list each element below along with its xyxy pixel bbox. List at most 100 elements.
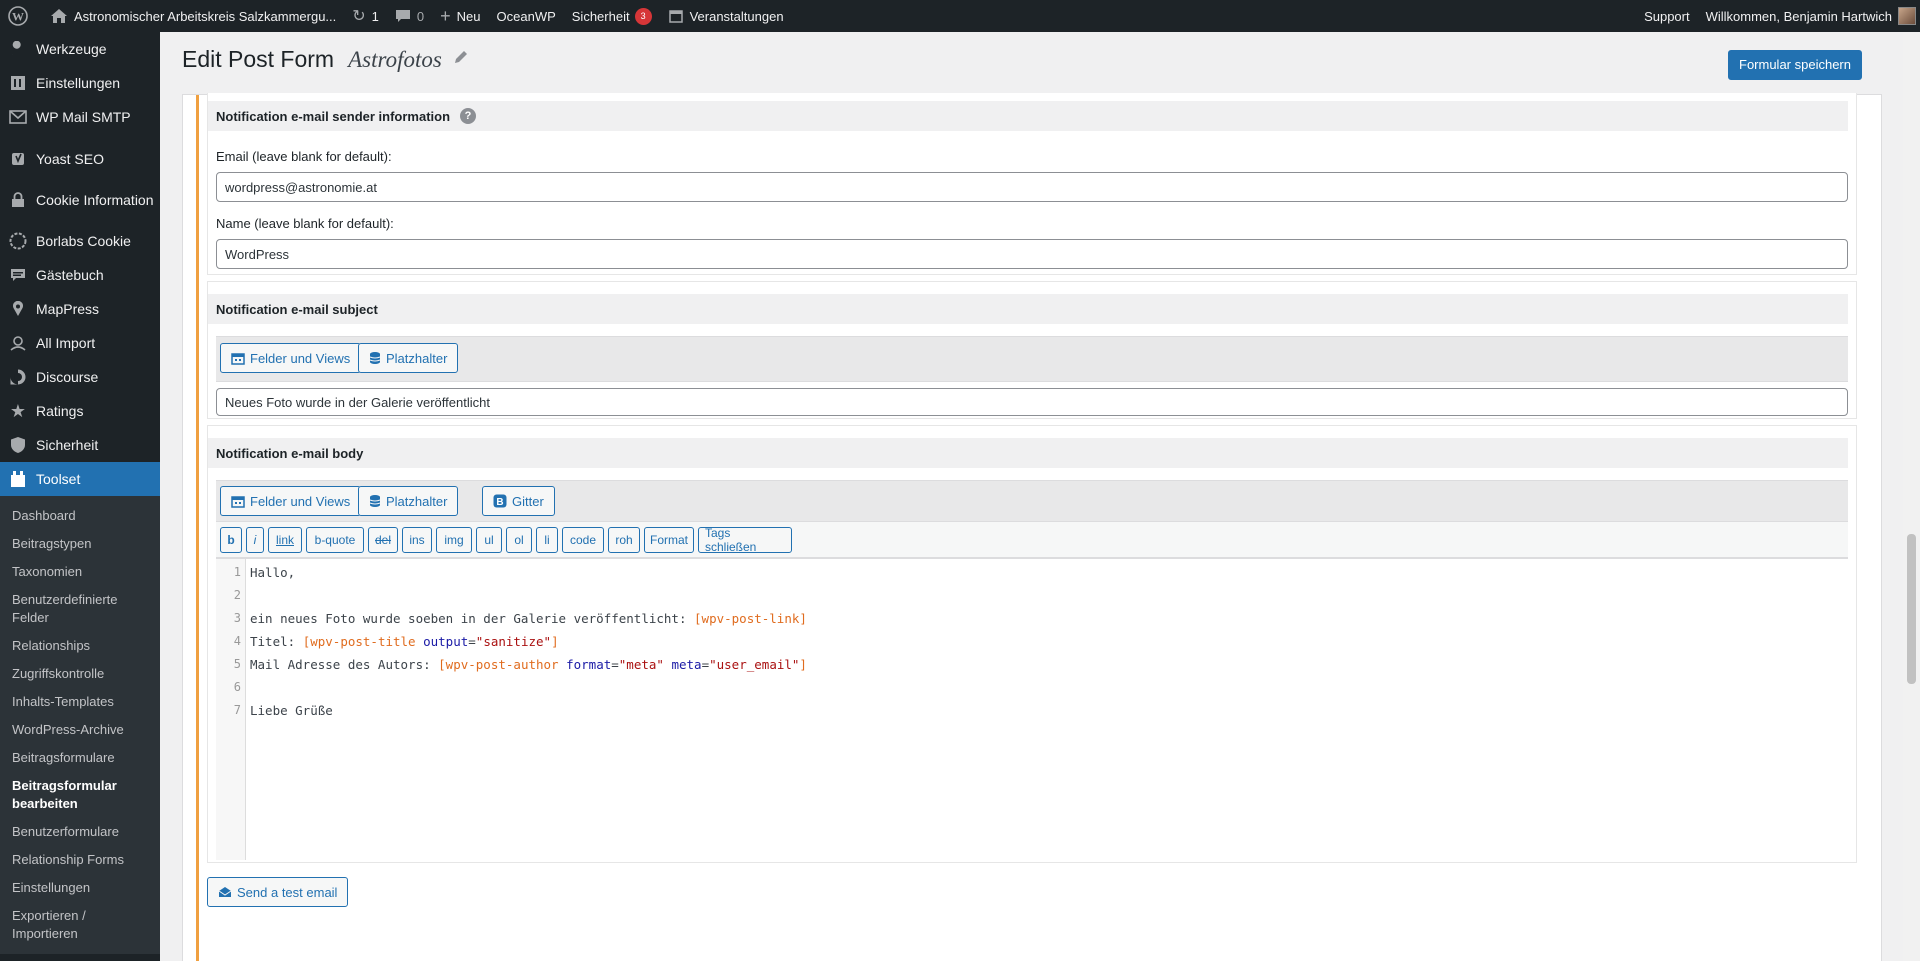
greeting: Willkommen, Benjamin Hartwich	[1705, 8, 1892, 24]
support-link[interactable]: Support	[1636, 0, 1698, 32]
qt-bold-button[interactable]: b	[220, 527, 242, 553]
mail-icon	[8, 107, 28, 127]
qt-raw-button[interactable]: roh	[608, 527, 640, 553]
menu-item-discourse[interactable]: Discourse	[0, 360, 160, 394]
subject-placeholder-button[interactable]: Platzhalter	[358, 343, 459, 373]
qt-italic-button[interactable]: i	[246, 527, 264, 553]
menu-item-ratings[interactable]: ★ Ratings	[0, 394, 160, 428]
yoast-icon	[8, 149, 28, 169]
avatar	[1898, 7, 1916, 25]
help-icon[interactable]: ?	[460, 108, 477, 124]
code-line-7: Liebe Grüße	[250, 703, 333, 718]
qt-code-button[interactable]: code	[562, 527, 604, 553]
button-label: Send a test email	[237, 884, 338, 900]
body-code-editor[interactable]: 1 2 3 4 5 6 7 Hallo, ein neues Foto wurd…	[216, 558, 1848, 860]
qt-ins-button[interactable]: ins	[402, 527, 432, 553]
submenu-item-beitragstypen[interactable]: Beitragstypen	[0, 530, 160, 558]
submenu-item-custom-fields[interactable]: Benutzerdefinierte Felder	[0, 586, 160, 632]
send-test-email-button[interactable]: Send a test email	[207, 877, 349, 907]
submenu-item-export-import[interactable]: Exportieren / Importieren	[0, 902, 160, 948]
body-fields-views-button[interactable]: Felder und Views	[220, 486, 362, 516]
security-link[interactable]: Sicherheit 3	[564, 0, 660, 32]
theme-label: OceanWP	[496, 8, 556, 24]
attribute-token: format	[566, 657, 612, 672]
wordpress-logo[interactable]: W	[0, 0, 42, 32]
menu-item-all-import[interactable]: All Import	[0, 326, 160, 360]
subject-fields-views-button[interactable]: Felder und Views	[220, 343, 362, 373]
fields-views-icon	[231, 351, 245, 365]
menu-item-borlabs-cookie[interactable]: Borlabs Cookie	[0, 224, 160, 258]
body-box: Notification e-mail body Felder und View…	[207, 425, 1857, 863]
menu-item-sicherheit[interactable]: Sicherheit	[0, 428, 160, 462]
body-grid-button[interactable]: B Gitter	[482, 486, 555, 516]
qt-li-button[interactable]: li	[536, 527, 558, 553]
subject-input[interactable]: Neues Foto wurde in der Galerie veröffen…	[216, 388, 1848, 416]
pencil-icon[interactable]	[452, 48, 470, 71]
qt-img-button[interactable]: img	[436, 527, 472, 553]
qt-close-tags-button[interactable]: Tags schließen	[698, 526, 792, 554]
menu-item-mappress[interactable]: MapPress	[0, 292, 160, 326]
qt-link-button[interactable]: link	[268, 527, 302, 553]
menu-item-cookie-information[interactable]: Cookie Information	[0, 176, 160, 224]
submenu-item-access-control[interactable]: Zugriffskontrolle	[0, 660, 160, 688]
post-title[interactable]: Astrofotos	[348, 47, 442, 73]
account-link[interactable]: Willkommen, Benjamin Hartwich	[1698, 0, 1920, 32]
site-name-link[interactable]: Astronomischer Arbeitskreis Salzkammergu…	[42, 0, 344, 32]
line-number: 6	[233, 680, 241, 694]
submenu-item-post-forms[interactable]: Beitragsformulare	[0, 744, 160, 772]
body-heading: Notification e-mail body	[208, 438, 1848, 468]
submenu-item-user-forms[interactable]: Benutzerformulare	[0, 818, 160, 846]
comments-link[interactable]: 0	[387, 0, 432, 32]
menu-label: WP Mail SMTP	[36, 109, 131, 125]
menu-item-toolset[interactable]: Toolset	[0, 462, 160, 496]
shortcode-token: [wpv-post-link]	[694, 611, 807, 626]
menu-item-yoast[interactable]: Yoast SEO	[0, 142, 160, 176]
updates-link[interactable]: ↻ 1	[344, 0, 387, 32]
sender-name-input[interactable]: WordPress	[216, 239, 1848, 269]
email-label: Email (leave blank for default):	[216, 149, 392, 164]
events-link[interactable]: Veranstaltungen	[660, 0, 792, 32]
line-number-gutter: 1 2 3 4 5 6 7	[216, 559, 246, 860]
quicktags-toolbar: b i link b-quote del ins img ul ol li co…	[216, 522, 1848, 558]
qt-format-button[interactable]: Format	[644, 527, 694, 553]
submenu-item-relationships[interactable]: Relationships	[0, 632, 160, 660]
theme-link[interactable]: OceanWP	[489, 0, 564, 32]
code-text: Liebe Grüße	[250, 703, 333, 718]
wrench-icon	[8, 39, 28, 59]
line-number: 4	[233, 634, 241, 648]
svg-text:W: W	[12, 10, 24, 24]
body-placeholder-button[interactable]: Platzhalter	[358, 486, 459, 516]
submenu-item-settings[interactable]: Einstellungen	[0, 874, 160, 902]
comments-count: 0	[416, 8, 425, 24]
qt-ol-button[interactable]: ol	[506, 527, 532, 553]
new-content-link[interactable]: + Neu	[432, 0, 488, 32]
menu-item-werkzeuge[interactable]: Werkzeuge	[0, 32, 160, 66]
security-label: Sicherheit	[571, 8, 630, 24]
menu-item-einstellungen[interactable]: Einstellungen	[0, 66, 160, 100]
qt-blockquote-button[interactable]: b-quote	[306, 527, 364, 553]
sender-email-input[interactable]: wordpress@astronomie.at	[216, 172, 1848, 202]
line-number: 5	[233, 657, 241, 671]
submenu-item-wordpress-archive[interactable]: WordPress-Archive	[0, 716, 160, 744]
button-label: Felder und Views	[250, 350, 351, 366]
qt-del-button[interactable]: del	[368, 527, 398, 553]
shortcode-token: ]	[551, 634, 559, 649]
save-form-button[interactable]: Formular speichern	[1728, 50, 1862, 80]
page-scrollbar[interactable]	[1903, 32, 1920, 961]
shortcode-token: [wpv-post-author	[438, 657, 567, 672]
submenu-item-edit-post-form[interactable]: Beitragsformular bearbeiten	[0, 772, 160, 818]
menu-label: Borlabs Cookie	[36, 233, 131, 249]
code-line-3: ein neues Foto wurde soeben in der Galer…	[250, 611, 807, 626]
submenu-item-relationship-forms[interactable]: Relationship Forms	[0, 846, 160, 874]
scrollbar-thumb[interactable]	[1907, 534, 1916, 684]
menu-label: Werkzeuge	[36, 41, 107, 57]
qt-ul-button[interactable]: ul	[476, 527, 502, 553]
submenu-item-dashboard[interactable]: Dashboard	[0, 502, 160, 530]
menu-label: MapPress	[36, 301, 100, 317]
menu-item-wp-mail-smtp[interactable]: WP Mail SMTP	[0, 100, 160, 134]
shortcode-token: ]	[799, 657, 807, 672]
menu-item-gaestebuch[interactable]: Gästebuch	[0, 258, 160, 292]
submenu-item-content-templates[interactable]: Inhalts-Templates	[0, 688, 160, 716]
submenu-item-taxonomien[interactable]: Taxonomien	[0, 558, 160, 586]
menu-label: Discourse	[36, 369, 99, 385]
